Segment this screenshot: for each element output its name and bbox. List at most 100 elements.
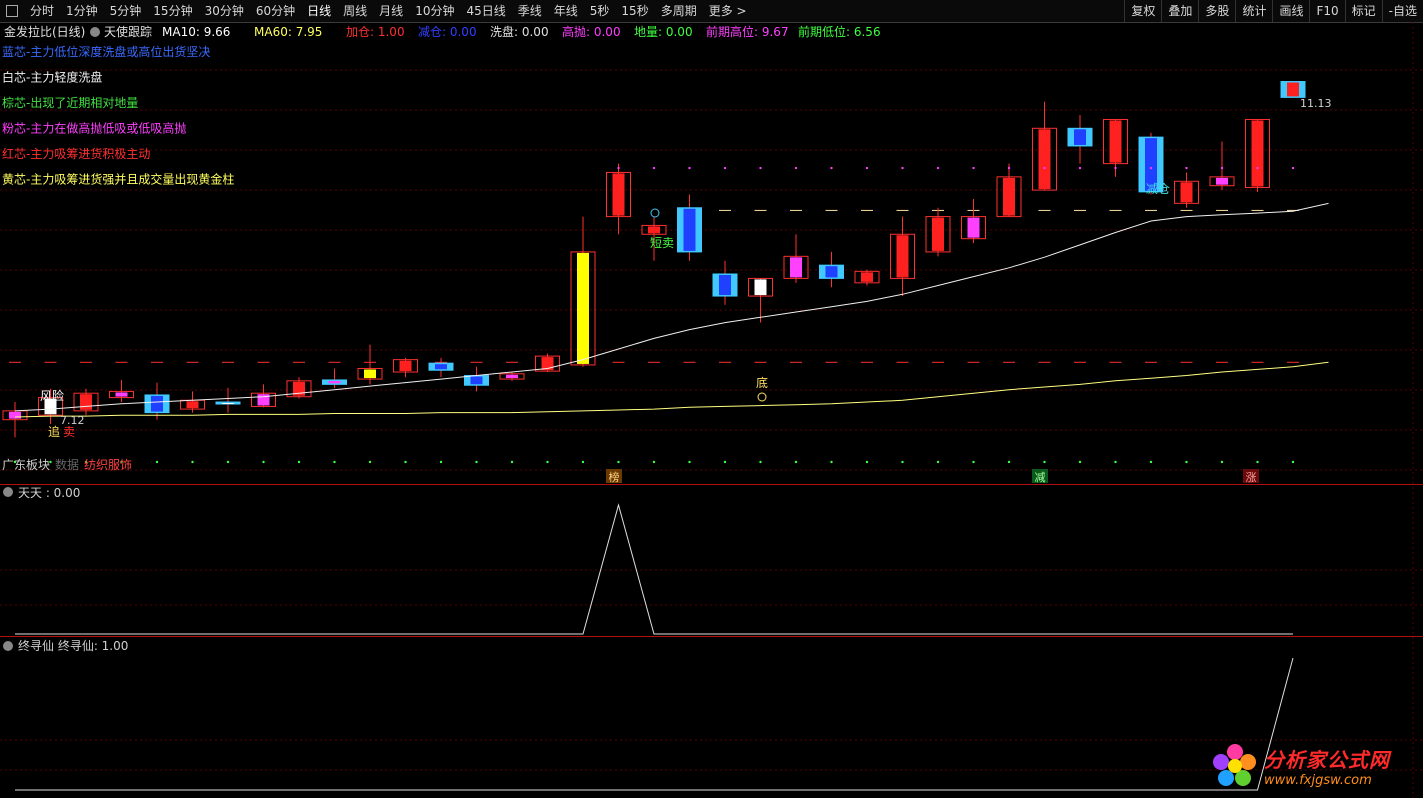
- period-tab-2[interactable]: 5分钟: [104, 0, 148, 22]
- panel-settings-icon[interactable]: [3, 487, 13, 497]
- candle-core: [435, 364, 447, 370]
- high-marker-dot: [1185, 166, 1188, 170]
- chart-legend: 蓝芯-主力低位深度洗盘或高位出货坚决白芯-主力轻度洗盘棕芯-出现了近期相对地量粉…: [2, 44, 234, 187]
- chart-header: 金发拉比(日线) 天使跟踪 MA10: 9.66 MA60: 7.95 加仓: 1.00…: [4, 24, 881, 39]
- header-value: 前期低位: 6.56: [798, 24, 881, 39]
- high-marker-dot: [1078, 166, 1082, 170]
- bottom-marker-dot: [1078, 460, 1082, 464]
- candle-core: [577, 252, 589, 364]
- candle-core: [754, 279, 767, 296]
- panel2-title: 天天 : 0.00: [18, 486, 80, 500]
- tool-button-0[interactable]: 复权: [1124, 0, 1161, 22]
- candle-core: [790, 257, 802, 278]
- period-tab-13[interactable]: 5秒: [584, 0, 616, 22]
- bottom-marker-dot: [1043, 460, 1046, 464]
- risk-label: 风险: [40, 388, 64, 403]
- high-marker-dot: [1291, 166, 1295, 170]
- tool-buttons: 复权 叠加 多股 统计 画线 F10 标记 -自选: [1124, 0, 1423, 22]
- bottom-marker-dot: [1256, 460, 1259, 464]
- candle-core: [1003, 177, 1015, 216]
- tool-button-1[interactable]: 叠加: [1161, 0, 1198, 22]
- bottom-marker-dot: [1220, 460, 1224, 464]
- stock-title: 金发拉比(日线): [4, 24, 85, 39]
- legend-line: 黄芯-主力吸筹进货强并且成交量出现黄金柱: [2, 172, 234, 187]
- period-tab-6[interactable]: 日线: [301, 0, 337, 22]
- site-watermark: 分析家公式网 www.fxjgsw.com: [1212, 738, 1422, 794]
- panel-divider[interactable]: [0, 636, 1423, 637]
- bottom-marker-dot: [1185, 460, 1188, 464]
- bottom-marker-dot: [368, 460, 372, 464]
- marker-dots: [13, 166, 1295, 464]
- bottom-marker-dot: [1114, 460, 1117, 464]
- tool-button-6[interactable]: 标记: [1344, 0, 1382, 22]
- candle-core: [399, 360, 412, 371]
- candle-core: [648, 226, 660, 234]
- high-marker-dot: [972, 166, 975, 170]
- watermark-title: 分析家公式网: [1264, 748, 1390, 772]
- high-marker-dot: [1114, 166, 1117, 170]
- high-marker-dot: [1043, 166, 1046, 170]
- panel-zhongxunxian: 终寻仙 终寻仙: 1.00: [3, 638, 1294, 791]
- period-tab-12[interactable]: 年线: [548, 0, 584, 22]
- panel-divider[interactable]: [0, 484, 1423, 485]
- tool-button-4[interactable]: 画线: [1272, 0, 1309, 22]
- period-tab-7[interactable]: 周线: [337, 0, 373, 22]
- period-tab-8[interactable]: 月线: [373, 0, 409, 22]
- period-tabs: 分时 1分钟 5分钟 15分钟 30分钟 60分钟 日线 周线 月线 10分钟 45日线 季线 年线 5秒…: [24, 0, 753, 22]
- panel-tiantian: 天天 : 0.00: [3, 486, 1293, 635]
- candle-core: [1074, 129, 1086, 145]
- bottom-marker-dot: [830, 460, 833, 464]
- panel-settings-icon[interactable]: [3, 641, 13, 651]
- bottom-marker-dot: [546, 460, 549, 464]
- high-marker-dot: [830, 166, 833, 170]
- period-tab-14[interactable]: 15秒: [615, 0, 654, 22]
- short-sell-label: 短卖: [650, 236, 674, 250]
- watermark-text: 分析家公式网 www.fxjgsw.com: [1264, 744, 1390, 788]
- high-marker-dot: [688, 166, 691, 170]
- candle-core: [151, 395, 163, 412]
- bottom-label: 底: [756, 375, 768, 390]
- period-tab-11[interactable]: 季线: [512, 0, 548, 22]
- reduce-position-label: 减仓: [1146, 182, 1170, 196]
- rank-badge-text: 榜: [609, 470, 620, 484]
- period-tab-1[interactable]: 1分钟: [60, 0, 104, 22]
- candle-core: [967, 217, 980, 238]
- kline-chart[interactable]: 金发拉比(日线) 天使跟踪 MA10: 9.66 MA60: 7.95 加仓: 1.00…: [0, 22, 1423, 798]
- legend-line: 白芯-主力轻度洗盘: [2, 70, 102, 85]
- tool-button-2[interactable]: 多股: [1198, 0, 1235, 22]
- high-marker-dot: [1220, 166, 1224, 170]
- tool-button-5[interactable]: F10: [1309, 0, 1344, 22]
- reduce-badge-text: 减: [1035, 471, 1046, 484]
- candle-core: [932, 217, 944, 251]
- period-tab-9[interactable]: 10分钟: [409, 0, 460, 22]
- header-value: 高抛: 0.00: [562, 24, 621, 39]
- settings-icon[interactable]: [90, 27, 100, 37]
- period-tab-4[interactable]: 30分钟: [199, 0, 250, 22]
- rise-badge-text: 涨: [1246, 471, 1257, 484]
- period-tab-10[interactable]: 45日线: [460, 0, 511, 22]
- candle-core: [1109, 120, 1122, 163]
- chart-annotations: 11.137.12风险追 卖短卖底减仓广东板块 数据 纺织服饰榜减涨: [2, 97, 1332, 484]
- period-tab-15[interactable]: 多周期: [655, 0, 703, 22]
- toggle-icon[interactable]: [6, 5, 18, 17]
- tool-button-7[interactable]: -自选: [1381, 0, 1423, 22]
- high-marker-dot: [1149, 166, 1153, 170]
- legend-line: 棕芯-出现了近期相对地量: [2, 95, 138, 110]
- period-tab-0[interactable]: 分时: [24, 0, 60, 22]
- bottom-marker-dot: [191, 460, 194, 464]
- tool-button-3[interactable]: 统计: [1235, 0, 1272, 22]
- bottom-marker-dot: [865, 460, 869, 464]
- bottom-marker-dot: [759, 460, 762, 464]
- sell-label: 卖: [63, 425, 75, 439]
- high-marker-dot: [1007, 166, 1011, 170]
- period-tab-5[interactable]: 60分钟: [250, 0, 301, 22]
- header-value: MA60: 7.95: [254, 25, 322, 39]
- sector-label: 广东板块: [2, 458, 50, 472]
- panel3-title: 终寻仙 终寻仙: 1.00: [18, 638, 128, 653]
- bottom-marker-dot: [901, 460, 904, 464]
- period-tab-3[interactable]: 15分钟: [147, 0, 198, 22]
- period-tab-16[interactable]: 更多 >: [703, 0, 753, 22]
- candle-core: [1251, 120, 1264, 187]
- bottom-marker-dot: [404, 460, 407, 464]
- high-marker-dot: [865, 166, 869, 170]
